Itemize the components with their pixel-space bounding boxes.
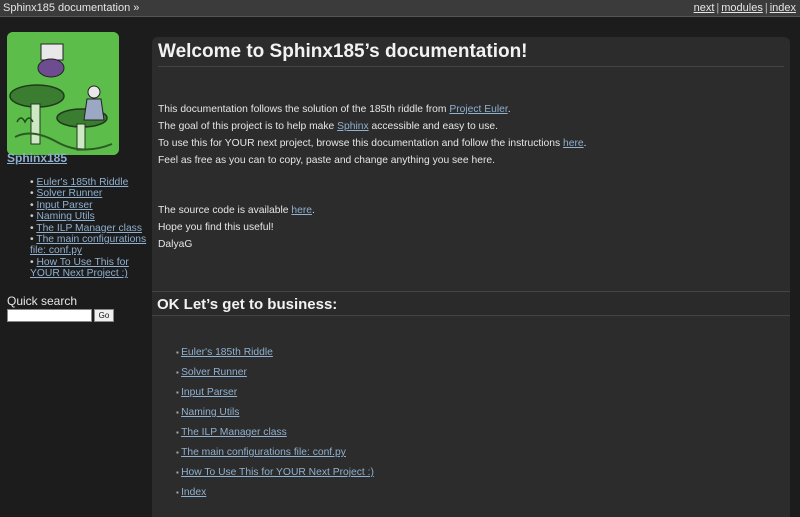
intro-line: To use this for YOUR next project, brows… [158, 135, 784, 152]
toc-link[interactable]: The main configurations file: conf.py [181, 447, 346, 458]
toc-link[interactable]: The ILP Manager class [181, 427, 287, 438]
toc-link[interactable]: How To Use This for YOUR Next Project :) [181, 467, 374, 478]
list-item: Solver Runner [176, 366, 374, 386]
intro-text: accessible and easy to use. [368, 121, 499, 132]
list-item: The main configurations file: conf.py [176, 446, 374, 466]
source-code-link[interactable]: here [291, 205, 312, 216]
search-input[interactable] [7, 309, 92, 322]
intro-text: To use this for YOUR next project, brows… [158, 138, 564, 149]
project-euler-link[interactable]: Project Euler [449, 104, 507, 115]
sphinx-link[interactable]: Sphinx [337, 121, 368, 132]
list-item: The main configurations file: conf.py [30, 234, 148, 257]
sidebar-toc-link[interactable]: How To Use This for YOUR Next Project :) [30, 257, 129, 279]
list-item: Naming Utils [176, 406, 374, 426]
list-item: Index [176, 486, 374, 506]
list-item: The ILP Manager class [30, 223, 148, 234]
nav-links: next | modules | index [694, 0, 796, 16]
instructions-link[interactable]: here [563, 138, 584, 149]
toc-link[interactable]: Euler's 185th Riddle [181, 347, 273, 358]
intro-text: Feel as free as you can to copy, paste a… [158, 155, 495, 166]
intro-text: The goal of this project is to help make [158, 121, 338, 132]
sidebar-toc-link[interactable]: The ILP Manager class [36, 223, 142, 234]
toc-link[interactable]: Solver Runner [181, 367, 247, 378]
list-item: Input Parser [30, 200, 148, 211]
hope-line: Hope you find this useful! [158, 222, 274, 233]
intro-line: The goal of this project is to help make… [158, 118, 784, 135]
nav-separator: | [764, 2, 768, 14]
list-item: How To Use This for YOUR Next Project :) [30, 257, 148, 280]
source-text: The source code is available [158, 205, 292, 216]
sidebar-toc-link[interactable]: Solver Runner [36, 188, 102, 199]
sidebar-toc-link[interactable]: The main configurations file: conf.py [30, 234, 146, 256]
main-content: Welcome to Sphinx185’s documentation! Th… [152, 37, 790, 517]
next-link[interactable]: next [694, 2, 715, 14]
source-paragraph: The source code is available here. Hope … [158, 202, 784, 253]
toc-link[interactable]: Input Parser [181, 387, 237, 398]
project-logo-image[interactable] [7, 32, 119, 155]
list-item: Euler's 185th Riddle [176, 346, 374, 366]
toc-link[interactable]: Naming Utils [181, 407, 239, 418]
top-nav-bar: Sphinx185 documentation » next | modules | i… [0, 0, 800, 17]
author-line: DalyaG [158, 239, 193, 250]
home-link[interactable]: Sphinx185 documentation [3, 2, 130, 14]
logo-illustration-icon [7, 32, 119, 155]
sidebar-toc: Euler's 185th Riddle Solver Runner Input… [30, 177, 148, 280]
page-title: Welcome to Sphinx185’s documentation! [158, 37, 784, 67]
intro-text: . [583, 138, 587, 149]
sidebar-toc-link[interactable]: Naming Utils [36, 211, 94, 222]
source-text: . [311, 205, 315, 216]
index-link[interactable]: index [770, 2, 796, 14]
go-button[interactable]: Go [94, 309, 114, 322]
intro-text: . [507, 104, 511, 115]
sidebar-toc-link[interactable]: Input Parser [36, 200, 92, 211]
list-item: How To Use This for YOUR Next Project :) [176, 466, 374, 486]
quick-search-title: Quick search [7, 294, 78, 308]
breadcrumb-separator: » [133, 2, 140, 14]
main-toc: Euler's 185th Riddle Solver Runner Input… [176, 346, 374, 506]
sidebar: Sphinx185 Euler's 185th Riddle Solver Ru… [0, 17, 150, 514]
list-item: Euler's 185th Riddle [30, 177, 148, 188]
project-home-link[interactable]: Sphinx185 [7, 151, 67, 165]
source-line: The source code is available here. [158, 202, 784, 219]
list-item: Input Parser [176, 386, 374, 406]
intro-text: This documentation follows the solution … [158, 104, 450, 115]
list-item: The ILP Manager class [176, 426, 374, 446]
index-link[interactable]: Index [181, 487, 206, 498]
list-item: Solver Runner [30, 188, 148, 199]
breadcrumb: Sphinx185 documentation » [3, 0, 139, 16]
intro-line: This documentation follows the solution … [158, 101, 784, 118]
modules-link[interactable]: modules [721, 2, 763, 14]
intro-paragraph: This documentation follows the solution … [158, 101, 784, 169]
intro-line: Feel as free as you can to copy, paste a… [158, 152, 784, 169]
section-title: OK Let’s get to business: [152, 291, 790, 316]
sidebar-toc-link[interactable]: Euler's 185th Riddle [36, 177, 128, 188]
list-item: Naming Utils [30, 211, 148, 222]
